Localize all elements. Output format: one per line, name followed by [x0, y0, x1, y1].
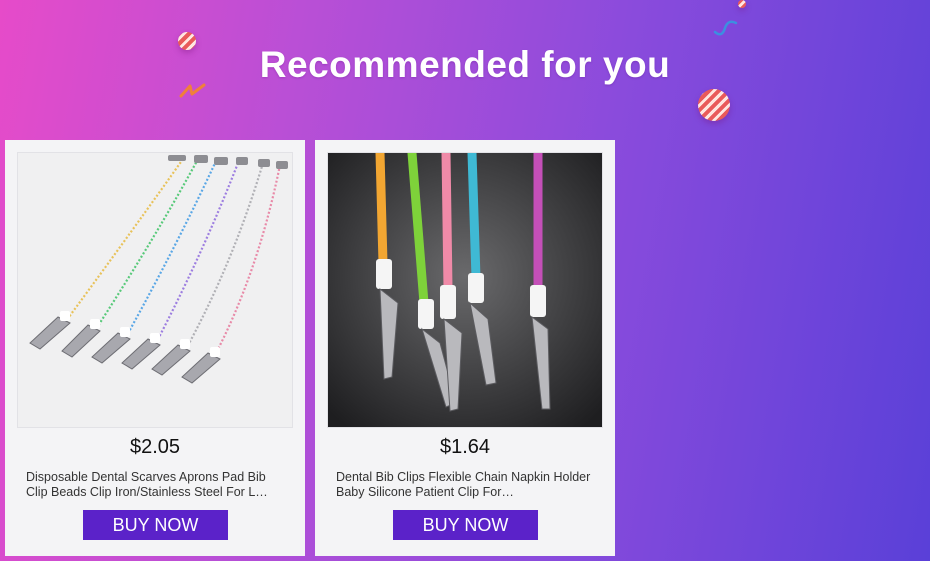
striped-ball-icon	[738, 0, 746, 8]
product-card[interactable]: $1.64 Dental Bib Clips Flexible Chain Na…	[315, 140, 615, 556]
product-image[interactable]	[327, 152, 603, 428]
squiggle-confetti-icon	[179, 83, 206, 98]
buy-now-button[interactable]: BUY NOW	[393, 510, 538, 540]
product-image[interactable]	[17, 152, 293, 428]
silicone-clips-image	[328, 153, 602, 427]
product-card[interactable]: $2.05 Disposable Dental Scarves Aprons P…	[5, 140, 305, 556]
product-price: $2.05	[129, 436, 181, 458]
product-title[interactable]: Disposable Dental Scarves Aprons Pad Bib…	[26, 470, 286, 500]
product-price: $1.64	[439, 436, 491, 458]
banner-title: Recommended for you	[259, 44, 671, 85]
squiggle-confetti-icon	[713, 20, 738, 36]
striped-ball-icon	[178, 32, 196, 50]
bead-chain-clips-image	[18, 153, 292, 427]
buy-now-button[interactable]: BUY NOW	[83, 510, 228, 540]
striped-ball-icon	[698, 89, 730, 121]
product-title[interactable]: Dental Bib Clips Flexible Chain Napkin H…	[336, 470, 596, 500]
